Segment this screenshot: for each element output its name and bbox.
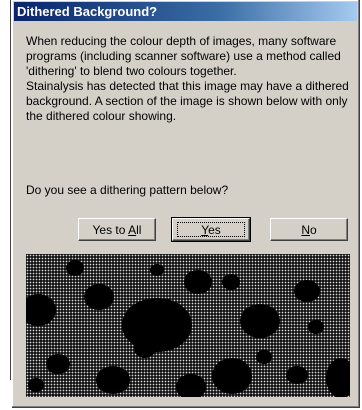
yes-button[interactable]: Yes bbox=[171, 217, 251, 242]
preview-blob bbox=[26, 294, 56, 326]
message-paragraph-1: When reducing the colour depth of images… bbox=[26, 34, 341, 78]
no-button[interactable]: No bbox=[270, 218, 348, 241]
preview-blob bbox=[212, 358, 252, 394]
yes-to-all-label: Yes to All bbox=[92, 222, 142, 237]
preview-blob bbox=[294, 280, 320, 302]
dithering-question: Do you see a dithering pattern below? bbox=[26, 183, 229, 197]
message-paragraph-2: Stainalysis has detected that this image… bbox=[26, 79, 349, 123]
no-label: No bbox=[301, 222, 317, 237]
preview-blob bbox=[222, 274, 240, 290]
dialog-title: Dithered Background? bbox=[17, 4, 158, 19]
preview-blob bbox=[96, 366, 130, 394]
preview-blob bbox=[150, 264, 164, 276]
preview-blob bbox=[84, 284, 114, 310]
yes-to-all-button[interactable]: Yes to All bbox=[78, 218, 156, 241]
background-window-edge bbox=[0, 0, 11, 380]
preview-blob bbox=[308, 320, 324, 334]
dither-preview-image bbox=[26, 254, 350, 397]
preview-blob bbox=[66, 260, 84, 276]
preview-blob bbox=[286, 366, 308, 384]
preview-blob bbox=[256, 350, 272, 364]
dialog-title-bar[interactable]: Dithered Background? bbox=[14, 2, 357, 21]
preview-blob bbox=[28, 378, 44, 392]
preview-blob bbox=[134, 338, 156, 358]
preview-blob bbox=[46, 354, 70, 374]
preview-blob bbox=[240, 304, 280, 338]
dialog-message: When reducing the colour depth of images… bbox=[26, 34, 352, 124]
preview-blob bbox=[176, 374, 206, 397]
preview-blob bbox=[122, 298, 192, 352]
preview-blob bbox=[326, 358, 350, 397]
preview-blob bbox=[184, 270, 212, 294]
dithered-background-dialog: Dithered Background? When reducing the c… bbox=[12, 0, 360, 408]
focus-rectangle bbox=[177, 222, 245, 237]
